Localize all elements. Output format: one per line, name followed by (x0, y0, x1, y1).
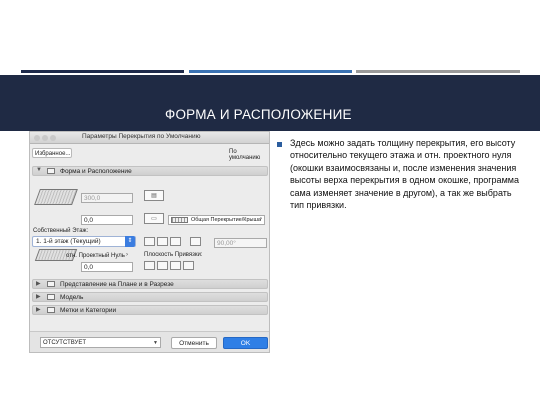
material-label: Общая Перекрытие/Крыша (191, 217, 261, 223)
close-window-icon[interactable] (34, 135, 40, 141)
slab-structure-icon[interactable]: ▤ (144, 190, 164, 201)
home-story-value: 1. 1-й этаж (Текущий) (36, 238, 101, 245)
offset-field[interactable]: 0,0 (81, 215, 133, 225)
slab-section-icon (47, 168, 55, 174)
slab-top-icon[interactable]: ▭ (144, 213, 164, 224)
slope-tool-2-icon[interactable] (157, 237, 168, 246)
layer-select[interactable]: ОТСУТСТВУЕТ ▼ (40, 337, 161, 348)
accent-stripe-gray (356, 70, 520, 73)
ok-button[interactable]: OK (223, 337, 268, 349)
cancel-button[interactable]: Отменить (171, 337, 217, 349)
collapsed-triangle-icon: ▶ (36, 294, 41, 300)
slide: ФОРМА И РАСПОЛОЖЕНИЕ Параметры Перекрыти… (0, 0, 540, 405)
section-tags-label: Метки и Категории (60, 307, 117, 314)
home-story-select[interactable]: 1. 1-й этаж (Текущий) ⇕ (32, 236, 136, 247)
accent-stripe-dark (21, 70, 184, 73)
collapsed-triangle-icon: ▶ (36, 281, 41, 287)
accent-stripe-blue (189, 70, 352, 73)
project-zero-label: отн. Проектный Нуль (66, 253, 125, 259)
tag-icon (47, 307, 55, 313)
slope-tool-3-icon[interactable] (170, 237, 181, 246)
slab-settings-dialog: Параметры Перекрытия по Умолчанию Избран… (29, 131, 270, 353)
angle-field[interactable]: 90,00° (214, 238, 267, 248)
bullet-marker (277, 142, 282, 147)
layer-value: ОТСУТСТВУЕТ (43, 340, 87, 346)
material-pattern-icon (171, 217, 188, 223)
section-shape-positioning[interactable]: ▼ Форма и Расположение (32, 166, 268, 176)
default-label: По умолчанию (229, 149, 261, 161)
reference-top-icon[interactable] (144, 261, 155, 270)
slab-preview-icon (34, 189, 78, 205)
favorites-button[interactable]: Избранное... (32, 148, 72, 158)
chevron-right-icon: › (126, 252, 128, 258)
chevron-right-icon: › (260, 216, 262, 222)
section-tags-categories[interactable]: ▶ Метки и Категории (32, 305, 268, 315)
section-model-label: Модель (60, 294, 84, 301)
minimize-window-icon[interactable] (42, 135, 48, 141)
dialog-footer: ОТСУТСТВУЕТ ▼ Отменить OK (30, 331, 269, 352)
reference-bottom-icon[interactable] (170, 261, 181, 270)
section-shape-label: Форма и Расположение (60, 168, 132, 175)
material-selector[interactable]: Общая Перекрытие/Крыша (168, 215, 265, 225)
title-band (0, 75, 540, 131)
model-icon (47, 294, 55, 300)
chevron-updown-icon: ⇕ (125, 236, 135, 247)
chevron-down-icon: ▼ (153, 340, 158, 346)
dialog-title: Параметры Перекрытия по Умолчанию (82, 133, 201, 140)
plan-section-icon (47, 281, 55, 287)
thickness-field[interactable]: 300,0 (81, 193, 133, 203)
section-plan-label: Представление на Плане и в Разрезе (60, 281, 174, 288)
project-zero-field[interactable]: 0,0 (81, 262, 133, 272)
slide-body-text: Здесь можно задать толщину перекрытия, е… (290, 138, 519, 211)
section-model[interactable]: ▶ Модель (32, 292, 268, 302)
collapsed-triangle-icon: ▶ (36, 307, 41, 313)
reference-core-icon[interactable] (157, 261, 168, 270)
reference-plane-label: Плоскость Привязки: (144, 252, 203, 258)
home-story-label: Собственный Этаж: (33, 228, 89, 234)
dialog-titlebar: Параметры Перекрытия по Умолчанию (30, 132, 269, 144)
expand-triangle-icon: ▼ (36, 167, 42, 173)
slope-tool-1-icon[interactable] (144, 237, 155, 246)
angle-icon[interactable] (190, 237, 201, 246)
section-plan-and-section[interactable]: ▶ Представление на Плане и в Разрезе (32, 279, 268, 289)
zoom-window-icon[interactable] (50, 135, 56, 141)
reference-custom-icon[interactable] (183, 261, 194, 270)
slide-title: ФОРМА И РАСПОЛОЖЕНИЕ (165, 107, 352, 122)
